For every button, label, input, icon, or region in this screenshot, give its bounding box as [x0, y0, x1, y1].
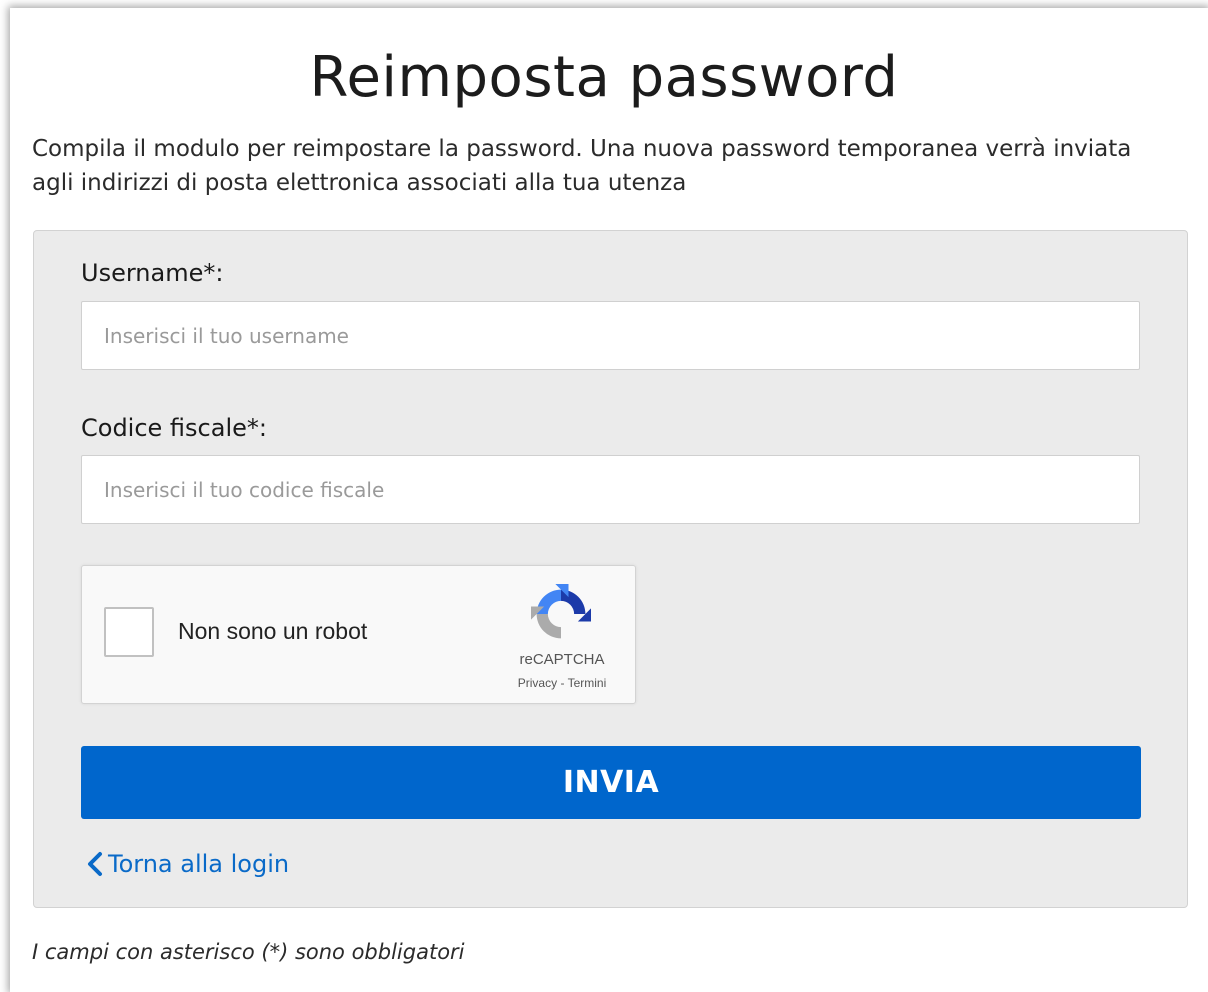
recaptcha-privacy-link[interactable]: Privacy	[518, 676, 557, 690]
back-to-login-link[interactable]: Torna alla login	[86, 850, 289, 878]
recaptcha-brand: reCAPTCHA	[519, 651, 605, 668]
required-fields-note: I campi con asterisco (*) sono obbligato…	[32, 940, 465, 964]
recaptcha-links: Privacy - Termini	[492, 676, 632, 690]
codice-fiscale-input[interactable]	[81, 455, 1140, 524]
username-label: Username*:	[81, 259, 224, 287]
submit-button[interactable]: INVIA	[81, 746, 1141, 819]
chevron-left-icon	[88, 852, 102, 876]
recaptcha-checkbox[interactable]	[104, 607, 154, 657]
recaptcha-label: Non sono un robot	[178, 618, 368, 644]
recaptcha-logo-icon	[531, 584, 591, 639]
recaptcha-terms-link[interactable]: Termini	[568, 676, 607, 690]
page-title: Reimposta password	[309, 45, 899, 110]
reset-form-panel: Username*: Codice fiscale*: Non sono un …	[33, 230, 1188, 908]
codice-fiscale-label: Codice fiscale*:	[81, 414, 267, 442]
recaptcha-widget: Non sono un robot reCAPTCHA Privacy - Te…	[81, 565, 636, 704]
recaptcha-link-separator: -	[557, 676, 568, 690]
back-to-login-label: Torna alla login	[108, 850, 290, 878]
username-input[interactable]	[81, 301, 1140, 370]
intro-text: Compila il modulo per reimpostare la pas…	[32, 136, 1132, 196]
